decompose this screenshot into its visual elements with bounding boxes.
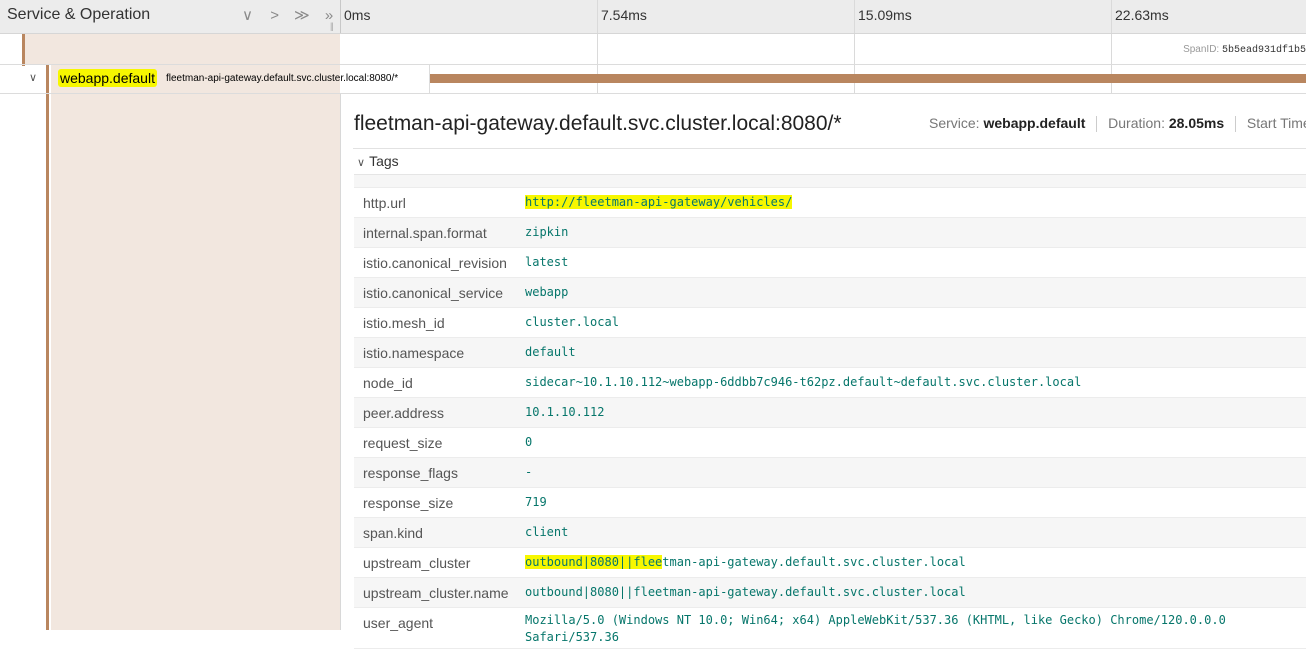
detail-title: fleetman-api-gateway.default.svc.cluster… bbox=[354, 112, 842, 135]
collapse-all-icon[interactable]: ≫ bbox=[290, 6, 313, 24]
tag-value: latest bbox=[525, 255, 569, 269]
tag-key: span.kind bbox=[363, 525, 423, 541]
grid-line bbox=[1111, 0, 1112, 33]
chevron-down-icon[interactable]: ∨ bbox=[29, 71, 37, 84]
tick-label: 15.09ms bbox=[858, 7, 912, 23]
tag-key: peer.address bbox=[363, 405, 444, 421]
tag-value: outbound|8080||fleetman-api-gateway.defa… bbox=[525, 555, 966, 569]
tag-value: http://fleetman-api-gateway/vehicles/ bbox=[525, 195, 793, 209]
span-detail-shade bbox=[51, 34, 340, 630]
span-service-name[interactable]: webapp.default bbox=[58, 69, 157, 87]
tag-value-highlight: outbound|8080||flee bbox=[525, 555, 663, 569]
tag-value: webapp bbox=[525, 285, 569, 299]
span-id-label: SpanID: bbox=[1183, 44, 1220, 55]
duration-label: Duration: bbox=[1108, 115, 1165, 131]
tick-label: 22.63ms bbox=[1115, 7, 1169, 23]
tag-value: sidecar~10.1.10.112~webapp-6ddbb7c946-t6… bbox=[525, 375, 1082, 389]
tag-key: response_size bbox=[363, 495, 454, 511]
tag-value: outbound|8080||fleetman-api-gateway.defa… bbox=[525, 585, 966, 599]
start-time-label: Start Time: bbox=[1246, 115, 1306, 131]
table-row: internal.span.format zipkin bbox=[354, 218, 1306, 248]
collapse-one-icon[interactable]: ∨ bbox=[236, 6, 259, 24]
tag-value: zipkin bbox=[525, 225, 569, 239]
table-row: user_agent Mozilla/5.0 (Windows NT 10.0;… bbox=[354, 608, 1306, 649]
expand-one-icon[interactable]: > bbox=[263, 7, 286, 24]
tree-line bbox=[46, 65, 49, 630]
table-row: peer.address 10.1.10.112 bbox=[354, 398, 1306, 428]
span-duration-bar[interactable] bbox=[430, 74, 1306, 83]
tag-value: 10.1.10.112 bbox=[525, 405, 605, 419]
tag-key: istio.canonical_revision bbox=[363, 255, 507, 271]
column-divider[interactable] bbox=[340, 0, 341, 33]
tag-key: request_size bbox=[363, 435, 443, 451]
tag-key: istio.mesh_id bbox=[363, 315, 445, 331]
tag-value: cluster.local bbox=[525, 315, 619, 329]
divider bbox=[353, 148, 1306, 149]
tag-value: - bbox=[525, 465, 533, 479]
span-meta: Service: webapp.default Duration: 28.05m… bbox=[929, 115, 1306, 133]
tick-label: 7.54ms bbox=[601, 7, 647, 23]
table-row: span.kind client bbox=[354, 518, 1306, 548]
tag-key: istio.canonical_service bbox=[363, 285, 504, 301]
tree-line bbox=[22, 34, 25, 66]
column-resize-handle[interactable]: || bbox=[330, 21, 334, 31]
tag-key: http.url bbox=[363, 195, 406, 211]
span-id: SpanID: 5b5ead931df1b5 bbox=[1183, 44, 1306, 56]
tags-toggle[interactable]: ∨ Tags bbox=[357, 153, 399, 169]
tag-key: upstream_cluster.name bbox=[363, 585, 509, 601]
chevron-down-icon: ∨ bbox=[357, 157, 366, 169]
table-row: request_size 0 bbox=[354, 428, 1306, 458]
service-value: webapp.default bbox=[983, 115, 1086, 131]
tags-table: http.url http://fleetman-api-gateway/veh… bbox=[354, 174, 1306, 649]
tag-value: 719 bbox=[525, 495, 547, 509]
table-row: istio.canonical_service webapp bbox=[354, 278, 1306, 308]
span-operation-name[interactable]: fleetman-api-gateway.default.svc.cluster… bbox=[166, 73, 398, 84]
table-row: istio.mesh_id cluster.local bbox=[354, 308, 1306, 338]
tag-value: client bbox=[525, 525, 569, 539]
column-title: Service & Operation bbox=[7, 6, 151, 23]
span-id-value: 5b5ead931df1b5 bbox=[1221, 45, 1306, 56]
grid-line bbox=[854, 0, 855, 33]
tag-key: internal.span.format bbox=[363, 225, 487, 241]
span-row[interactable]: ∨ webapp.default fleetman-api-gateway.de… bbox=[0, 65, 1306, 94]
tag-key: response_flags bbox=[363, 465, 458, 481]
table-row: upstream_cluster outbound|8080||fleetman… bbox=[354, 548, 1306, 578]
table-row bbox=[354, 175, 1306, 188]
table-row: http.url http://fleetman-api-gateway/veh… bbox=[354, 188, 1306, 218]
table-row: upstream_cluster.name outbound|8080||fle… bbox=[354, 578, 1306, 608]
tag-value: default bbox=[525, 345, 576, 359]
tag-key: node_id bbox=[363, 375, 413, 391]
table-row: response_flags - bbox=[354, 458, 1306, 488]
duration-value: 28.05ms bbox=[1168, 115, 1225, 131]
table-row: response_size 719 bbox=[354, 488, 1306, 518]
table-row: istio.canonical_revision latest bbox=[354, 248, 1306, 278]
tag-value-rest: tman-api-gateway.default.svc.cluster.loc… bbox=[662, 555, 966, 569]
table-row: istio.namespace default bbox=[354, 338, 1306, 368]
tree-controls: ∨ > ≫ » bbox=[236, 6, 341, 24]
tag-key: user_agent bbox=[363, 615, 434, 631]
tag-key: istio.namespace bbox=[363, 345, 465, 361]
tick-label: 0ms bbox=[344, 7, 371, 23]
table-row: node_id sidecar~10.1.10.112~webapp-6ddbb… bbox=[354, 368, 1306, 398]
grid-line bbox=[597, 0, 598, 33]
tag-value: Mozilla/5.0 (Windows NT 10.0; Win64; x64… bbox=[525, 613, 1226, 644]
span-detail-panel: fleetman-api-gateway.default.svc.cluster… bbox=[340, 94, 1306, 649]
tag-value: 0 bbox=[525, 435, 533, 449]
tag-key: upstream_cluster bbox=[363, 555, 471, 571]
tags-label: Tags bbox=[369, 153, 399, 169]
service-label: Service: bbox=[929, 115, 980, 131]
